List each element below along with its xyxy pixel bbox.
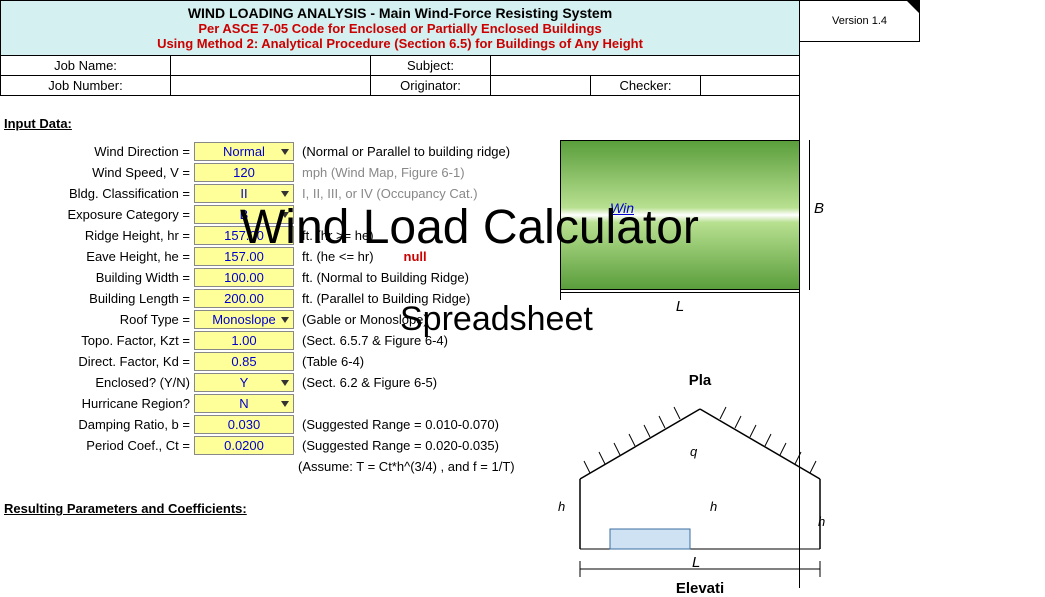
input-note: (Sect. 6.2 & Figure 6-5) [302,375,437,390]
diagram-area: Win L B Pla q h h [560,140,840,579]
input-label: Enclosed? (Y/N) [4,375,194,390]
input-dropdown[interactable]: II [194,184,294,203]
input-row: Eave Height, he =157.00 ft. (he <= hr)nul… [4,246,1045,267]
input-row: Hurricane Region?N [4,393,1045,414]
input-note: (Suggested Range = 0.010-0.070) [302,417,499,432]
input-label: Ridge Height, hr = [4,228,194,243]
input-label: Wind Speed, V = [4,165,194,180]
input-table: Wind Direction =Normal (Normal or Paralle… [4,141,1045,456]
input-data-heading: Input Data: [4,116,1045,131]
input-note: mph (Wind Map, Figure 6-1) [302,165,465,180]
input-row: Direct. Factor, Kd =0.85 (Table 6-4) [4,351,1045,372]
originator-label: Originator: [371,76,491,95]
plan-view: Win L B [560,140,800,340]
subtitle-2: Using Method 2: Analytical Procedure (Se… [1,36,799,51]
input-row: Wind Direction =Normal (Normal or Paralle… [4,141,1045,162]
job-name-label: Job Name: [1,56,171,75]
h-left-label: h [558,499,565,514]
dim-line-B [809,140,810,290]
input-note: ft. (Normal to Building Ridge) [302,270,469,285]
input-field[interactable]: 120 [194,163,294,182]
input-row: Topo. Factor, Kzt =1.00 (Sect. 6.5.7 & Fi… [4,330,1045,351]
input-field[interactable]: 0.0200 [194,436,294,455]
input-dropdown[interactable]: B [194,205,294,224]
input-field[interactable]: 200.00 [194,289,294,308]
input-label: Direct. Factor, Kd = [4,354,194,369]
input-label: Damping Ratio, b = [4,417,194,432]
assume-row: (Assume: T = Ct*h^(3/4) , and f = 1/T) [0,456,1045,477]
input-label: Hurricane Region? [4,396,194,411]
info-row-1: Job Name: Subject: [0,56,800,76]
elev-L-label: L [692,554,700,571]
input-note: (Table 6-4) [302,354,364,369]
info-row-2: Job Number: Originator: Checker: [0,76,800,96]
subtitle-1: Per ASCE 7-05 Code for Enclosed or Parti… [1,21,799,36]
input-dropdown[interactable]: Monoslope [194,310,294,329]
input-dropdown[interactable]: Y [194,373,294,392]
subject-value[interactable] [491,56,799,75]
input-note: I, II, III, or IV (Occupancy Cat.) [302,186,478,201]
input-row: Bldg. Classification =II I, II, III, or I… [4,183,1045,204]
input-field[interactable]: 1.00 [194,331,294,350]
h-right-label: h [818,514,825,529]
input-row: Building Width =100.00 ft. (Normal to Bui… [4,267,1045,288]
input-note: (Sect. 6.5.7 & Figure 6-4) [302,333,448,348]
checker-label: Checker: [591,76,701,95]
job-number-label: Job Number: [1,76,171,95]
plan-win-label: Win [610,200,634,216]
input-row: Ridge Height, hr =157.00 ft. (hr >= he) [4,225,1045,246]
input-row: Building Length =200.00 ft. (Parallel to … [4,288,1045,309]
input-field[interactable]: 100.00 [194,268,294,287]
dim-B-label: B [814,200,824,217]
assume-note: (Assume: T = Ct*h^(3/4) , and f = 1/T) [298,459,515,474]
input-label: Roof Type = [4,312,194,327]
input-note: ft. (hr >= he) [302,228,374,243]
job-name-value[interactable] [171,56,371,75]
q-label: q [690,444,697,459]
dim-L-label: L [560,298,800,315]
input-label: Period Coef., Ct = [4,438,194,453]
h-mid-label: h [710,499,717,514]
input-label: Bldg. Classification = [4,186,194,201]
plan-label: Pla [560,372,840,389]
input-dropdown[interactable]: N [194,394,294,413]
plan-roof-icon [560,140,800,290]
main-title: WIND LOADING ANALYSIS - Main Wind-Force … [1,5,799,21]
input-field[interactable]: 0.85 [194,352,294,371]
input-row: Damping Ratio, b =0.030 (Suggested Range … [4,414,1045,435]
input-field[interactable]: 157.00 [194,226,294,245]
version-box: Version 1.4 [800,0,920,42]
input-row: Period Coef., Ct =0.0200 (Suggested Range… [4,435,1045,456]
input-row: Roof Type =Monoslope (Gable or Monoslope) [4,309,1045,330]
input-note: ft. (he <= hr)null [302,249,427,264]
input-field[interactable]: 157.00 [194,247,294,266]
input-field[interactable]: 0.030 [194,415,294,434]
input-label: Wind Direction = [4,144,194,159]
resulting-heading: Resulting Parameters and Coefficients: [4,501,1045,516]
checker-value[interactable] [701,76,799,95]
input-label: Building Width = [4,270,194,285]
input-row: Wind Speed, V =120 mph (Wind Map, Figure … [4,162,1045,183]
input-row: Enclosed? (Y/N)Y (Sect. 6.2 & Figure 6-5) [4,372,1045,393]
version-label: Version 1.4 [832,15,887,27]
subject-label: Subject: [371,56,491,75]
elevation-svg [560,399,840,579]
input-dropdown[interactable]: Normal [194,142,294,161]
input-label: Topo. Factor, Kzt = [4,333,194,348]
elevation-view: q h h h L Elevati [560,399,840,579]
header-band: WIND LOADING ANALYSIS - Main Wind-Force … [0,0,800,56]
input-label: Building Length = [4,291,194,306]
job-number-value[interactable] [171,76,371,95]
input-label: Exposure Category = [4,207,194,222]
fold-corner-icon [907,1,919,13]
input-note: ft. (Parallel to Building Ridge) [302,291,470,306]
input-note: (Suggested Range = 0.020-0.035) [302,438,499,453]
input-row: Exposure Category =B [4,204,1045,225]
input-note: (Gable or Monoslope) [302,312,428,327]
originator-value[interactable] [491,76,591,95]
elevation-label: Elevati [560,580,840,597]
input-note: (Normal or Parallel to building ridge) [302,144,510,159]
input-label: Eave Height, he = [4,249,194,264]
dim-line-L [560,292,800,293]
